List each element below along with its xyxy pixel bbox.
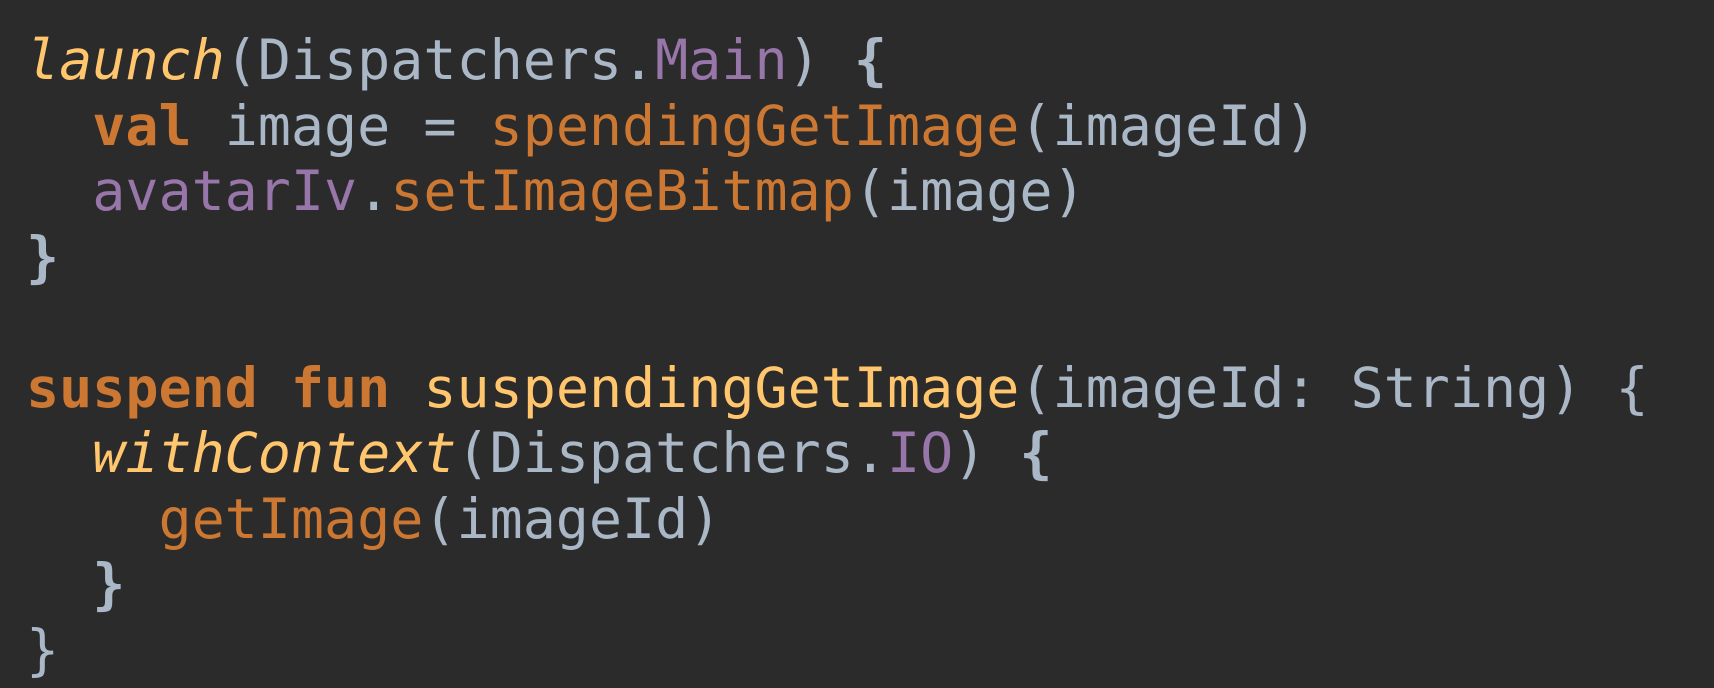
code-token: Main [655,28,788,92]
code-token: image = [191,93,490,158]
code-token: { [1019,421,1053,485]
code-token: (imageId) [1019,93,1318,158]
code-token: getImage [158,486,424,551]
code-token: launch [26,28,225,92]
code-token: IO [886,421,954,485]
code-line[interactable]: withContext(Dispatchers.IO) { [26,421,1649,487]
code-token: (Dispatchers. [456,421,887,485]
code-line[interactable]: } [26,552,1649,618]
code-editor[interactable]: launch(Dispatchers.Main) { val image = s… [26,28,1649,683]
code-token: ) [953,421,1020,485]
code-token: ) [787,28,854,92]
code-token: } [26,224,60,289]
code-token: (image) [853,159,1086,223]
code-token: . [357,159,391,223]
code-line[interactable] [26,290,1649,356]
code-token: fun [290,355,391,420]
code-token: suspend [26,355,258,420]
code-line[interactable]: getImage(imageId) [26,487,1649,553]
code-line[interactable]: } [26,618,1649,684]
code-token: } [26,617,60,682]
code-token: { [853,28,887,92]
code-token: (imageId: String) { [1019,355,1649,420]
code-token: (Dispatchers. [224,28,656,92]
code-token: setImageBitmap [390,159,854,223]
code-line[interactable]: val image = spendingGetImage(imageId) [26,94,1649,160]
code-token: suspendingGetImage [423,355,1020,420]
code-token: avatarIv [92,159,358,223]
code-line[interactable]: } [26,225,1649,291]
code-token: withContext [92,421,457,485]
code-line[interactable]: suspend fun suspendingGetImage(imageId: … [26,356,1649,422]
code-line[interactable]: avatarIv.setImageBitmap(image) [26,159,1649,225]
code-token: (imageId) [423,486,722,551]
code-token: val [92,93,192,158]
code-token: spendingGetImage [489,93,1020,158]
code-line[interactable]: launch(Dispatchers.Main) { [26,28,1649,94]
code-token: } [92,552,126,616]
